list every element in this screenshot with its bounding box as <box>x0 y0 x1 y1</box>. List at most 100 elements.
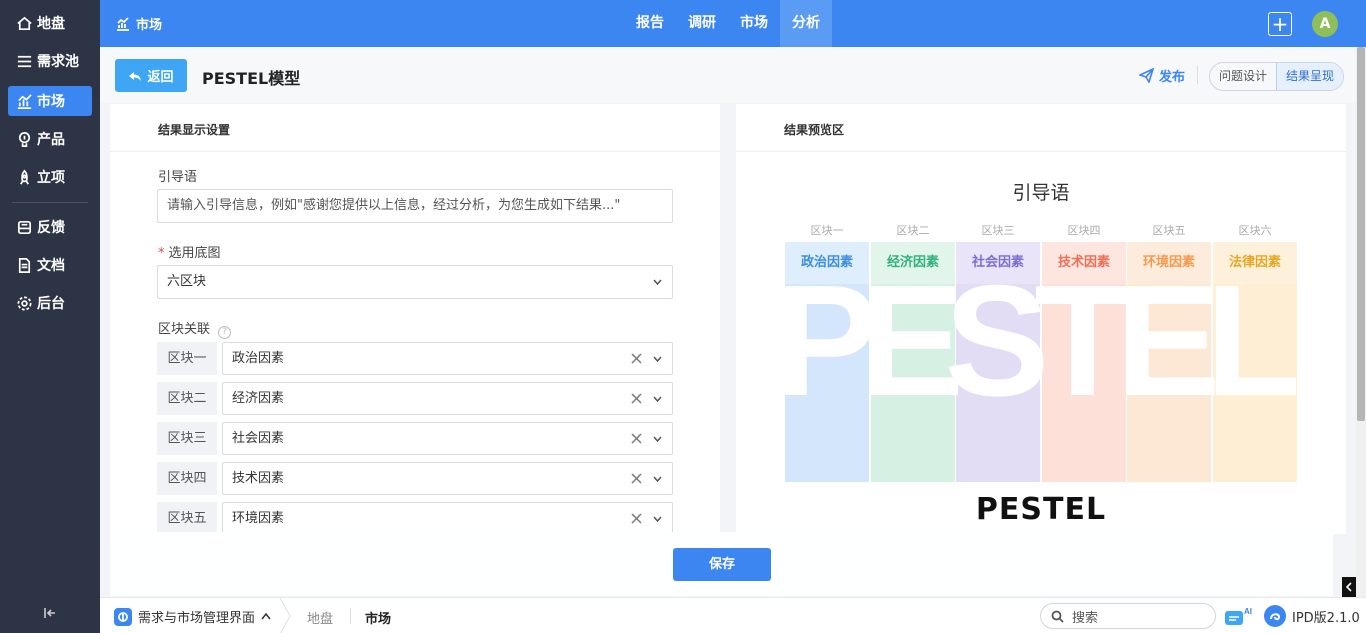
back-button[interactable]: 返回 <box>115 59 187 92</box>
block-row: 区块三 社会因素 <box>157 422 673 455</box>
block-row: 区块二 经济因素 <box>157 382 673 415</box>
block-select[interactable]: 经济因素 <box>222 382 673 415</box>
sidebar-item-dipan[interactable]: 地盘 <box>8 8 92 38</box>
preview-column: 技术因素 <box>1042 242 1126 482</box>
topbar-title: 市场 <box>116 14 162 33</box>
app-switcher[interactable]: 需求与市场管理界面 <box>114 607 271 626</box>
avatar[interactable]: A <box>1312 11 1338 37</box>
preview-column-label: 区块三 <box>981 224 1015 237</box>
breadcrumb-market[interactable]: 市场 <box>365 608 391 627</box>
block-row: 区块四 技术因素 <box>157 462 673 495</box>
preview-column-title: 技术因素 <box>1042 242 1126 284</box>
block-select[interactable]: 技术因素 <box>222 462 673 495</box>
clear-icon[interactable] <box>631 393 642 404</box>
preview-column-label: 区块五 <box>1152 224 1186 237</box>
add-icon[interactable]: + <box>1268 12 1292 36</box>
ai-label: AI <box>1244 607 1252 616</box>
preview-column-title: 社会因素 <box>956 242 1040 284</box>
preview-column-title: 环境因素 <box>1127 242 1211 284</box>
search-icon <box>1051 610 1064 623</box>
lightbulb-icon <box>15 130 33 148</box>
preview-column-label: 区块四 <box>1067 224 1101 237</box>
page-title: PESTEL模型 <box>202 69 301 88</box>
block-tag: 区块二 <box>157 382 217 415</box>
tab-market[interactable]: 市场 <box>732 0 776 47</box>
collapse-sidebar-icon[interactable] <box>42 605 58 621</box>
block-tag: 区块三 <box>157 422 217 455</box>
publish-button[interactable]: 发布 <box>1139 66 1185 85</box>
clear-icon[interactable] <box>631 353 642 364</box>
preview-bottom-title: PESTEL <box>975 492 1107 527</box>
tab-research[interactable]: 调研 <box>680 0 724 47</box>
preview-column-label: 区块二 <box>896 224 930 237</box>
settings-panel-header: 结果显示设置 <box>110 104 720 152</box>
tab-analysis[interactable]: 分析 <box>780 0 832 47</box>
sidebar-item-label: 后台 <box>37 296 65 312</box>
clear-icon[interactable] <box>631 433 642 444</box>
sidebar-item-label: 立项 <box>37 170 65 186</box>
sidebar-item-admin[interactable]: 后台 <box>8 288 92 318</box>
base-map-label: * 选用底图 <box>158 246 221 261</box>
save-button[interactable]: 保存 <box>673 548 771 581</box>
sidebar-item-label: 需求池 <box>37 54 79 70</box>
sidebar-item-label: 地盘 <box>37 16 65 32</box>
preview-column: 社会因素 <box>956 242 1040 482</box>
chevron-down-icon <box>653 356 662 362</box>
segment-result-display[interactable]: 结果呈现 <box>1276 63 1344 90</box>
block-row: 区块一 政治因素 <box>157 342 673 375</box>
sidebar-item-feedback[interactable]: 反馈 <box>8 212 92 242</box>
ai-assistant-icon[interactable]: AI <box>1224 606 1252 628</box>
page-header: 返回 PESTEL模型 发布 问题设计 结果呈现 <box>100 47 1356 103</box>
clear-icon[interactable] <box>631 513 642 524</box>
sidebar-item-label: 文档 <box>37 258 65 274</box>
gear-icon <box>15 294 33 312</box>
list-icon <box>15 52 33 70</box>
app-logo-icon <box>114 607 132 626</box>
sidebar-item-project[interactable]: 立项 <box>8 162 92 192</box>
scrollbar-thumb[interactable] <box>1357 47 1365 421</box>
chevron-down-icon <box>653 516 662 522</box>
sidebar-item-market[interactable]: 市场 <box>8 86 92 116</box>
breadcrumb-divider <box>350 608 351 624</box>
guide-input[interactable]: 请输入引导信息，例如"感谢您提供以上信息，经过分析，为您生成如下结果..." <box>157 189 673 223</box>
breadcrumb-separator <box>279 598 291 633</box>
view-segmented-control: 问题设计 结果呈现 <box>1209 62 1345 91</box>
guide-label: 引导语 <box>158 170 198 185</box>
version-info: IPD版2.1.0 <box>1264 605 1360 627</box>
block-select[interactable]: 政治因素 <box>222 342 673 375</box>
breadcrumb-dipan[interactable]: 地盘 <box>307 608 333 627</box>
back-arrow-icon <box>129 71 142 81</box>
block-select[interactable]: 环境因素 <box>222 502 673 535</box>
rocket-icon <box>15 168 33 186</box>
block-relation-label: 区块关联? <box>158 318 232 339</box>
preview-column: 经济因素 <box>871 242 955 482</box>
block-tag: 区块一 <box>157 342 217 375</box>
chevron-down-icon <box>653 476 662 482</box>
block-tag: 区块四 <box>157 462 217 495</box>
home-icon <box>15 14 33 32</box>
chart-icon <box>15 92 33 110</box>
block-tag: 区块五 <box>157 502 217 535</box>
preview-title: 引导语 <box>1012 182 1070 204</box>
block-row: 区块五 环境因素 <box>157 502 673 535</box>
segment-question-design[interactable]: 问题设计 <box>1210 63 1276 90</box>
sidebar-item-product[interactable]: 产品 <box>8 124 92 154</box>
search-input[interactable]: 搜索 <box>1040 603 1216 629</box>
chevron-down-icon <box>653 279 662 285</box>
sidebar-item-docs[interactable]: 文档 <box>8 250 92 280</box>
sidebar-item-label: 反馈 <box>37 220 65 236</box>
tab-report[interactable]: 报告 <box>628 0 672 47</box>
sidebar-item-label: 市场 <box>37 94 65 110</box>
preview-panel-header: 结果预览区 <box>736 104 1346 152</box>
preview-column-label: 区块一 <box>810 224 844 237</box>
preview-column-title: 法律因素 <box>1213 242 1297 284</box>
sidebar: 地盘 需求池 市场 产品 立项 反馈 文档 后台 <box>0 0 100 633</box>
block-select[interactable]: 社会因素 <box>222 422 673 455</box>
chevron-left-icon[interactable] <box>1342 577 1356 597</box>
sidebar-item-demand-pool[interactable]: 需求池 <box>8 46 92 76</box>
clear-icon[interactable] <box>631 473 642 484</box>
preview-column-title: 政治因素 <box>785 242 869 284</box>
preview-column: 政治因素 <box>785 242 869 482</box>
settings-panel: 结果显示设置 引导语 请输入引导信息，例如"感谢您提供以上信息，经过分析，为您生… <box>110 104 720 535</box>
base-map-select[interactable]: 六区块 <box>157 265 673 299</box>
